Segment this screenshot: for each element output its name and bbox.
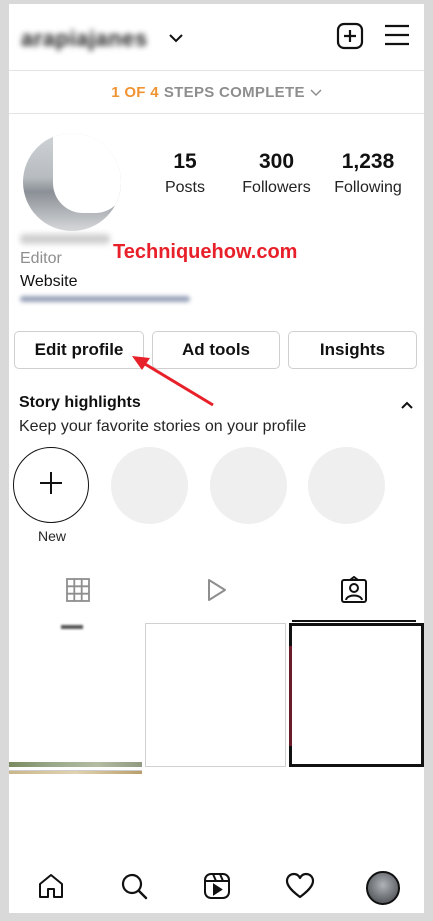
edit-profile-button[interactable]: Edit profile — [14, 331, 144, 369]
tagged-post-thumbnail[interactable] — [289, 623, 424, 767]
stat-following-label: Following — [334, 179, 402, 196]
thumbnail-detail — [9, 762, 142, 767]
steps-text: STEPS COMPLETE — [163, 83, 305, 101]
thumbnail-detail — [9, 771, 142, 774]
nav-reels[interactable] — [187, 866, 247, 910]
chevron-down-icon[interactable] — [169, 30, 183, 48]
bottom-navigation — [9, 863, 424, 913]
username[interactable]: arapiajanes — [21, 26, 148, 52]
stat-followers-count: 300 — [258, 150, 295, 173]
stat-posts-label: Posts — [164, 179, 205, 196]
bio-website: Website — [20, 273, 78, 290]
tagged-post-thumbnail[interactable] — [145, 623, 286, 767]
website-link-redacted[interactable] — [20, 296, 190, 302]
tagged-post-thumbnail[interactable] — [9, 623, 142, 767]
insights-button[interactable]: Insights — [288, 331, 417, 369]
tagged-icon — [340, 575, 368, 609]
grid-icon — [65, 577, 91, 608]
stat-followers-label: Followers — [242, 179, 311, 196]
nav-search[interactable] — [104, 866, 164, 910]
nav-profile[interactable] — [353, 866, 413, 910]
profile-actions: Edit profile Ad tools Insights — [14, 331, 417, 371]
profile-avatar[interactable] — [23, 133, 121, 231]
ad-tools-button[interactable]: Ad tools — [152, 331, 280, 369]
add-post-icon[interactable] — [336, 22, 364, 55]
watermark: Techniquehow.com — [113, 241, 298, 263]
menu-icon[interactable] — [384, 24, 410, 51]
chevron-up-icon[interactable] — [401, 396, 413, 414]
thumbnail-detail — [289, 646, 292, 746]
thumbnail-detail — [61, 625, 83, 629]
tab-tagged[interactable] — [285, 564, 423, 620]
plus-icon — [38, 470, 64, 501]
tab-reels[interactable] — [147, 564, 285, 620]
avatar-redaction — [53, 133, 121, 213]
heart-icon — [285, 872, 315, 905]
highlight-placeholder — [111, 447, 188, 524]
nav-home[interactable] — [21, 866, 81, 910]
chevron-down-icon — [310, 84, 322, 101]
active-tab-indicator — [292, 620, 416, 622]
stat-following-count: 1,238 — [341, 150, 395, 173]
display-name-redacted — [20, 234, 110, 244]
profile-avatar-small — [365, 871, 400, 905]
story-highlights-title: Story highlights — [19, 394, 141, 411]
play-icon — [203, 577, 229, 608]
tagged-post-thumbnail[interactable] — [9, 770, 142, 870]
home-icon — [37, 872, 65, 905]
new-highlight-label: New — [37, 528, 66, 544]
new-highlight-button[interactable] — [13, 447, 89, 523]
tab-grid[interactable] — [9, 564, 147, 620]
bio-role: Editor — [20, 250, 62, 267]
stat-followers[interactable]: 300 Followers — [232, 150, 322, 197]
steps-complete-bar[interactable]: 1 OF 4 STEPS COMPLETE — [9, 70, 424, 114]
reels-icon — [203, 872, 231, 905]
highlight-placeholder — [210, 447, 287, 524]
top-bar: arapiajanes — [9, 4, 424, 70]
story-highlights-subtitle: Keep your favorite stories on your profi… — [19, 418, 307, 435]
stat-posts[interactable]: 15 Posts — [140, 150, 230, 197]
profile-stats: 15 Posts 300 Followers 1,238 Following — [140, 150, 413, 197]
steps-count: 1 OF 4 — [111, 83, 159, 101]
nav-activity[interactable] — [270, 866, 330, 910]
highlight-placeholder — [308, 447, 385, 524]
stat-posts-count: 15 — [173, 150, 197, 173]
search-icon — [120, 872, 148, 905]
stat-following[interactable]: 1,238 Following — [323, 150, 413, 197]
profile-tabs — [9, 564, 424, 622]
